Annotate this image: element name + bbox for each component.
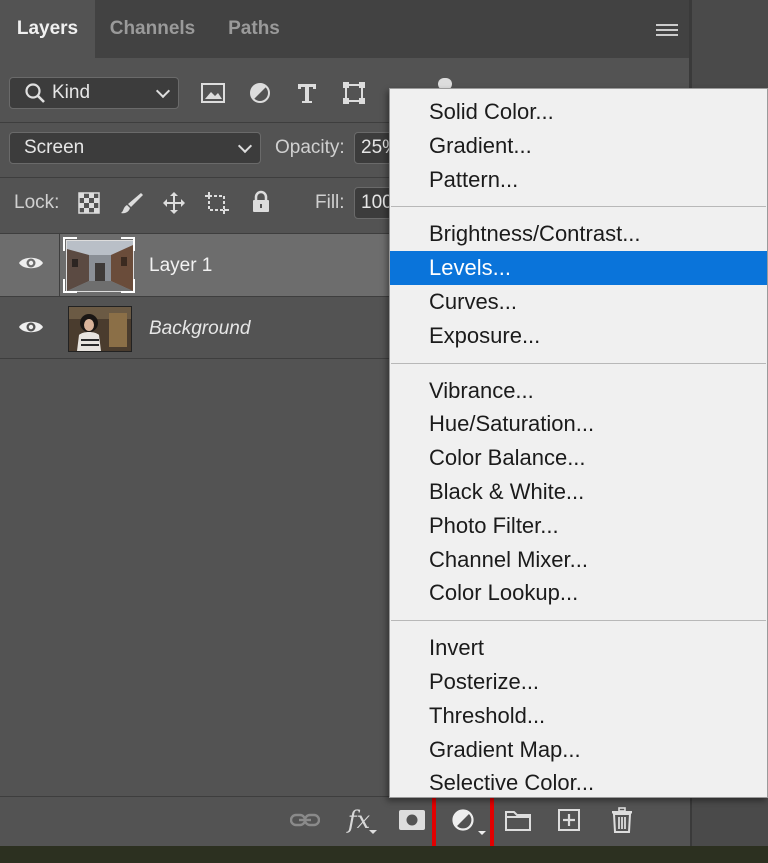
menu-item-exposure[interactable]: Exposure...: [390, 319, 767, 353]
menu-separator: [391, 362, 766, 364]
new-layer-icon[interactable]: [553, 804, 585, 836]
fx-menu-caret: [369, 830, 377, 834]
menu-item-hue-saturation[interactable]: Hue/Saturation...: [390, 407, 767, 441]
menu-item-brightness-contrast[interactable]: Brightness/Contrast...: [390, 217, 767, 251]
background-thumbnail[interactable]: [68, 306, 132, 352]
menu-item-invert[interactable]: Invert: [390, 631, 767, 665]
menu-item-channel-mixer[interactable]: Channel Mixer...: [390, 543, 767, 577]
lock-all-padlock-icon[interactable]: [248, 189, 274, 215]
panel-menu-icon[interactable]: [656, 24, 678, 38]
menu-item-color-balance[interactable]: Color Balance...: [390, 441, 767, 475]
thumbnail-corner: [63, 237, 77, 251]
adjustment-layer-button[interactable]: [447, 804, 479, 836]
menu-item-posterize[interactable]: Posterize...: [390, 665, 767, 699]
menu-item-selective-color[interactable]: Selective Color...: [390, 766, 767, 800]
adjustment-layer-menu: Solid Color... Gradient... Pattern... Brigh…: [389, 88, 768, 798]
lock-artboard-icon[interactable]: [204, 190, 230, 216]
menu-item-color-lookup[interactable]: Color Lookup...: [390, 576, 767, 610]
pixel-layer-filter-icon[interactable]: [199, 79, 227, 107]
adjustment-layer-filter-icon[interactable]: [246, 79, 274, 107]
fx-icon: fx: [347, 806, 371, 834]
link-layers-icon[interactable]: [289, 804, 321, 836]
layer-name[interactable]: Layer 1: [149, 255, 212, 277]
visibility-eye-icon[interactable]: [18, 318, 44, 336]
lock-position-move-icon[interactable]: [161, 190, 187, 216]
blend-mode-value: Screen: [24, 137, 85, 158]
menu-item-photo-filter[interactable]: Photo Filter...: [390, 509, 767, 543]
adjustment-menu-caret: [478, 831, 486, 835]
layer-name[interactable]: Background: [149, 318, 250, 340]
opacity-label: Opacity:: [275, 137, 345, 158]
new-group-folder-icon[interactable]: [502, 804, 534, 836]
shape-layer-filter-icon[interactable]: [340, 79, 368, 107]
menu-separator: [391, 206, 766, 208]
menu-item-black-white[interactable]: Black & White...: [390, 475, 767, 509]
fill-label: Fill:: [315, 192, 345, 213]
menu-item-curves[interactable]: Curves...: [390, 285, 767, 319]
menu-item-vibrance[interactable]: Vibrance...: [390, 374, 767, 408]
menu-item-pattern[interactable]: Pattern...: [390, 163, 767, 197]
menu-item-gradient-map[interactable]: Gradient Map...: [390, 733, 767, 767]
menu-item-threshold[interactable]: Threshold...: [390, 699, 767, 733]
type-layer-filter-icon[interactable]: [293, 79, 321, 107]
tab-layers[interactable]: Layers: [0, 0, 95, 58]
search-icon: [25, 83, 45, 103]
thumbnail-corner: [121, 237, 135, 251]
menu-item-gradient[interactable]: Gradient...: [390, 129, 767, 163]
thumbnail-corner: [63, 279, 77, 293]
visibility-eye-icon[interactable]: [18, 254, 44, 272]
filter-kind-label: Kind: [52, 82, 91, 103]
menu-separator: [391, 620, 766, 622]
thumbnail-corner: [121, 279, 135, 293]
tab-paths[interactable]: Paths: [210, 0, 298, 58]
lock-image-pixels-brush-icon[interactable]: [119, 190, 145, 216]
blend-mode-dropdown[interactable]: Screen: [9, 132, 261, 164]
lock-transparent-pixels-icon[interactable]: [76, 190, 102, 216]
filter-kind-dropdown[interactable]: Kind: [9, 77, 179, 109]
tab-channels[interactable]: Channels: [95, 0, 210, 58]
add-layer-mask-icon[interactable]: [396, 804, 428, 836]
delete-layer-trash-icon[interactable]: [606, 804, 638, 836]
menu-item-levels[interactable]: Levels...: [390, 251, 767, 286]
canvas-bottom-edge: [0, 846, 768, 863]
menu-item-solid-color[interactable]: Solid Color...: [390, 95, 767, 129]
lock-label: Lock:: [14, 192, 60, 213]
